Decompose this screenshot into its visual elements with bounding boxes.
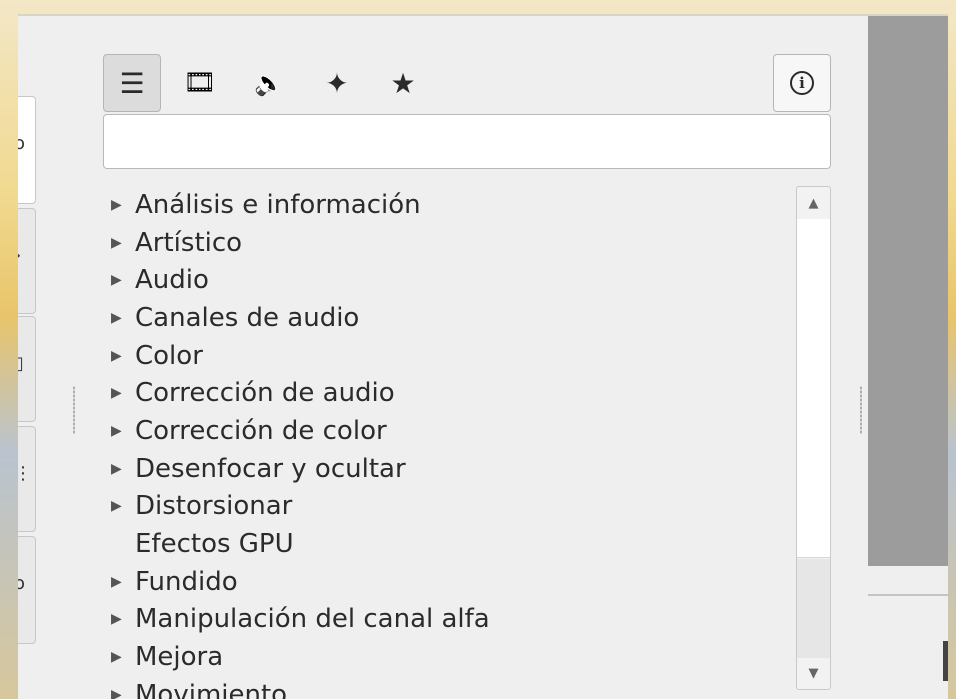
expand-arrow-icon[interactable]: ▶ [103,310,135,326]
side-tab-icon: › [18,245,21,266]
list-item-label: Manipulación del canal alfa [135,604,490,635]
list-item-label: Canales de audio [135,302,360,333]
side-tab-2[interactable]: › [18,208,36,314]
list-item-label: Audio [135,265,209,296]
side-tab-3[interactable]: ▯ [18,316,36,422]
expand-arrow-icon[interactable]: ▶ [103,498,135,514]
favorites-button[interactable]: ★ [374,54,432,112]
list-icon: ☰ [119,66,145,100]
expand-arrow-icon[interactable]: ▶ [103,423,135,439]
vertical-scrollbar[interactable]: ▲ ▼ [796,186,831,690]
expand-arrow-icon[interactable]: ▶ [103,272,135,288]
preview-area [868,16,948,566]
scrollbar-track[interactable] [797,559,830,658]
side-tab-icon: o [18,573,26,594]
list-item[interactable]: ▶ Artístico [103,224,813,262]
info-icon: i [790,71,814,95]
list-item[interactable]: ▶ Audio [103,261,813,299]
list-item-label: Mejora [135,642,224,673]
side-tab-icon: o [18,133,26,154]
list-item[interactable]: ▶ Desenfocar y ocultar [103,450,813,488]
panel-divider [868,594,948,596]
star-custom-icon: ✦ [325,66,349,100]
left-splitter-grip[interactable] [73,386,75,434]
list-item-label: Fundido [135,566,238,597]
list-item[interactable]: ▶ Análisis e información [103,186,813,224]
expand-arrow-icon[interactable]: ▶ [103,574,135,590]
expand-arrow-icon[interactable]: ▶ [103,235,135,251]
expand-arrow-icon[interactable]: ▶ [103,385,135,401]
expand-arrow-icon[interactable]: ▶ [103,611,135,627]
list-item[interactable]: ▶ Movimiento [103,676,813,699]
list-item[interactable]: Efectos GPU [103,525,813,563]
expand-arrow-icon[interactable]: ▶ [103,687,135,699]
list-item-label: Corrección de color [135,415,387,446]
effects-panel-window: o › ▯ ⋮ o ☰ 🎞 🔈 ✦ ★ i ▶Análisis e inform… [18,16,948,699]
list-item[interactable]: ▶ Mejora [103,638,813,676]
list-item-label: Artístico [135,227,243,258]
side-tab-icon: ⋮ [18,463,32,484]
list-item-label: Color [135,340,203,371]
effects-tree: ▶ Análisis e información ▶ Artístico ▶ Audi… [103,186,813,699]
list-item-label: Corrección de audio [135,378,395,409]
list-item[interactable]: ▶ Corrección de audio [103,374,813,412]
scroll-up-arrow-icon[interactable]: ▲ [797,187,830,219]
custom-effects-button[interactable]: ✦ [308,54,366,112]
side-tab-icon: ▯ [18,353,24,374]
list-item-label: Movimiento [135,679,288,699]
resize-handle[interactable] [943,641,948,681]
speaker-icon: 🔈 [254,69,284,97]
scroll-down-arrow-icon[interactable]: ▼ [797,657,830,689]
expand-arrow-icon[interactable]: ▶ [103,461,135,477]
list-item[interactable]: ▶ Manipulación del canal alfa [103,601,813,639]
list-item-label: Distorsionar [135,491,293,522]
video-effects-button[interactable]: 🎞 [171,54,229,112]
list-view-button[interactable]: ☰ [103,54,161,112]
list-item-label: Análisis e información [135,189,421,220]
list-item[interactable]: ▶ Distorsionar [103,488,813,526]
list-item[interactable]: ▶ Corrección de color [103,412,813,450]
info-button[interactable]: i [773,54,831,112]
list-item[interactable]: ▶ Fundido [103,563,813,601]
expand-arrow-icon[interactable]: ▶ [103,649,135,665]
list-item-label: Desenfocar y ocultar [135,453,406,484]
expand-arrow-icon[interactable]: ▶ [103,348,135,364]
side-tab-4[interactable]: ⋮ [18,426,36,532]
side-tab-5[interactable]: o [18,536,36,644]
film-icon: 🎞 [183,68,217,98]
search-input[interactable] [103,114,831,169]
side-tab-1[interactable]: o [18,96,36,204]
scrollbar-thumb[interactable] [797,219,830,558]
list-item[interactable]: ▶ Canales de audio [103,299,813,337]
audio-effects-button[interactable]: 🔈 [240,54,298,112]
list-item-label: Efectos GPU [135,529,294,560]
list-item[interactable]: ▶ Color [103,337,813,375]
star-icon: ★ [390,66,416,100]
expand-arrow-icon[interactable]: ▶ [103,197,135,213]
right-splitter-grip[interactable] [860,386,862,434]
